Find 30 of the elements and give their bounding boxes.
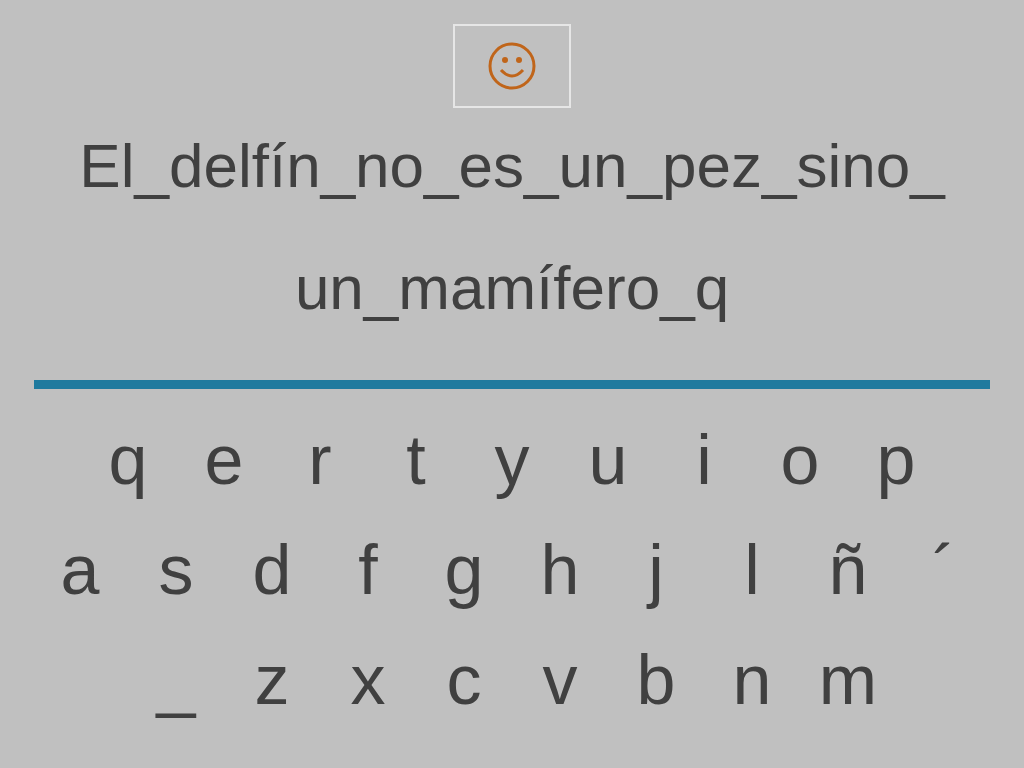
- letter-key[interactable]: x: [320, 630, 416, 730]
- letter-key[interactable]: l: [704, 520, 800, 620]
- smiley-icon: [487, 41, 537, 91]
- letter-key[interactable]: b: [608, 630, 704, 730]
- letter-key[interactable]: d: [224, 520, 320, 620]
- letter-key[interactable]: ñ: [800, 520, 896, 620]
- letter-key[interactable]: h: [512, 520, 608, 620]
- letter-key[interactable]: r: [272, 410, 368, 510]
- letter-key[interactable]: v: [512, 630, 608, 730]
- answer-text: El_delfín_no_es_un_pez_sino_: [79, 130, 945, 202]
- letter-key[interactable]: g: [416, 520, 512, 620]
- letter-key[interactable]: ´: [896, 520, 992, 620]
- letter-key[interactable]: n: [704, 630, 800, 730]
- letter-key[interactable]: _: [128, 630, 224, 730]
- letter-key[interactable]: j: [608, 520, 704, 620]
- letter-key[interactable]: i: [656, 410, 752, 510]
- letter-key[interactable]: u: [560, 410, 656, 510]
- letter-key[interactable]: t: [368, 410, 464, 510]
- letter-key[interactable]: m: [800, 630, 896, 730]
- letter-key[interactable]: p: [848, 410, 944, 510]
- letter-key[interactable]: z: [224, 630, 320, 730]
- letter-key[interactable]: s: [128, 520, 224, 620]
- answer-text: un_mamífero_q: [294, 252, 730, 324]
- letter-key[interactable]: c: [416, 630, 512, 730]
- letter-key[interactable]: a: [32, 520, 128, 620]
- letter-key[interactable]: y: [464, 410, 560, 510]
- letter-key[interactable]: q: [80, 410, 176, 510]
- letter-key[interactable]: o: [752, 410, 848, 510]
- letter-key[interactable]: f: [320, 520, 416, 620]
- letter-key[interactable]: e: [176, 410, 272, 510]
